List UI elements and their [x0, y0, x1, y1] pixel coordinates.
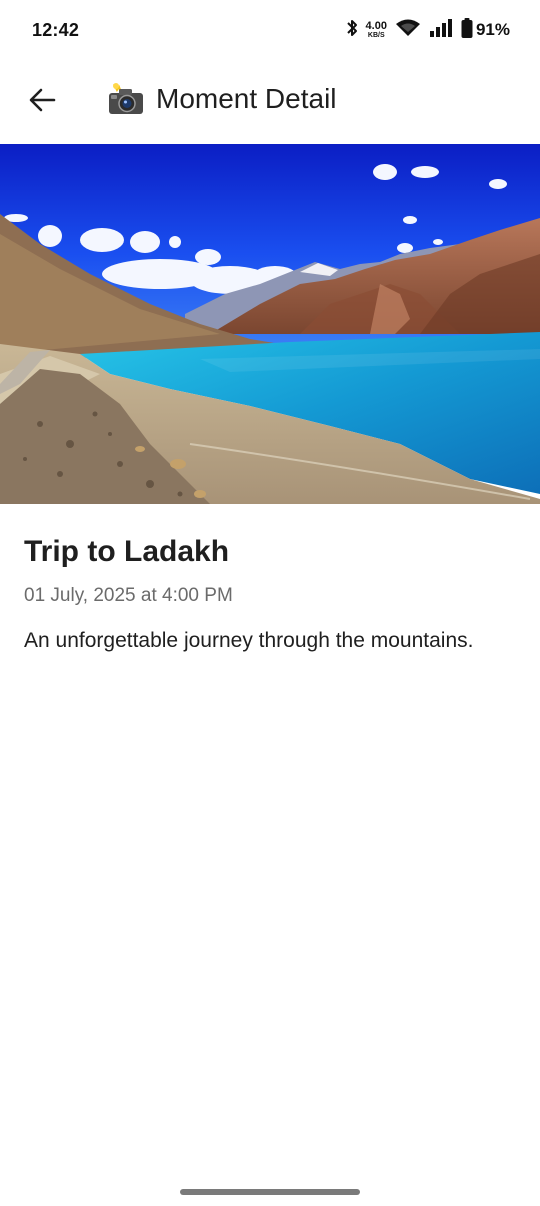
moment-detail: Trip to Ladakh 01 July, 2025 at 4:00 PM … [24, 504, 516, 657]
arrow-left-icon [28, 86, 56, 119]
moment-photo [0, 144, 540, 504]
back-button[interactable] [24, 80, 60, 124]
app-bar: Moment Detail [0, 60, 540, 144]
battery-icon [461, 17, 473, 43]
battery-percent: 91% [475, 20, 510, 39]
moment-title: Trip to Ladakh [24, 535, 230, 568]
network-speed-unit: KB/S [367, 32, 385, 39]
moment-date: 01 July, 2025 at 4:00 PM [24, 585, 233, 606]
page-title: Moment Detail [108, 82, 337, 116]
moment-description: An unforgettable journey through the mou… [24, 629, 474, 652]
cell-signal-icon [429, 18, 453, 42]
status-bar: 12:42 4.00 KB/S 91% [0, 0, 540, 60]
wifi-icon [395, 18, 421, 43]
gesture-navigation-bar[interactable] [180, 1189, 360, 1195]
status-icons: 4.00 KB/S 91% [346, 17, 510, 43]
status-time: 12:42 [32, 19, 80, 40]
network-speed-value: 4.00 [365, 20, 387, 32]
page-title-text: Moment Detail [156, 83, 337, 114]
network-speed: 4.00 KB/S [365, 20, 387, 40]
camera-with-flash-icon [108, 82, 144, 116]
bluetooth-icon [346, 18, 358, 43]
battery-indicator: 91% [461, 17, 510, 43]
